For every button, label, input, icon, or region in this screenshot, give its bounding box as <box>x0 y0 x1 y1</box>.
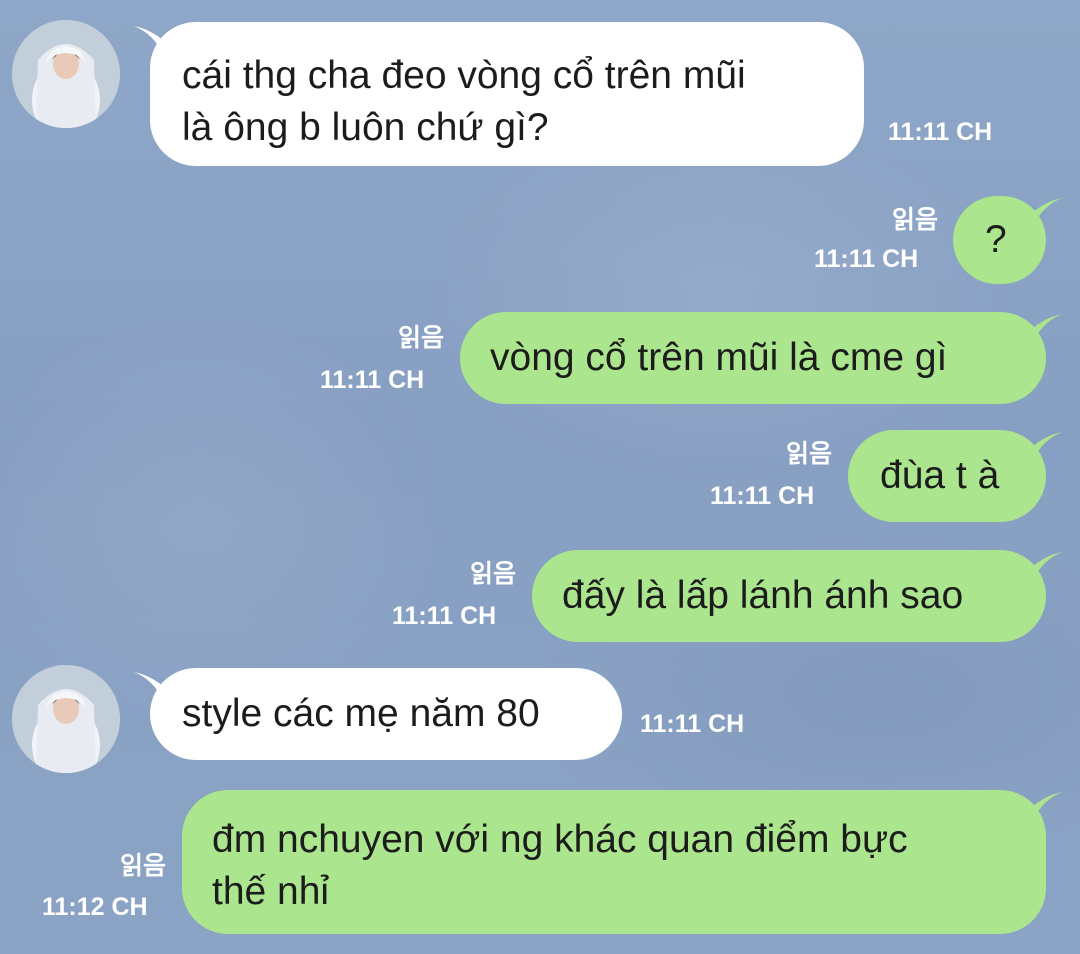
read-receipt: 읽음 <box>785 440 832 468</box>
bubble-tail <box>1024 314 1062 344</box>
message-text: style các mẹ năm 80 <box>182 692 540 735</box>
bubble-tail <box>1024 792 1062 822</box>
contact-avatar[interactable] <box>12 665 120 773</box>
message-time: 11:11 CH <box>320 366 425 394</box>
bubble-tail <box>134 672 172 702</box>
message-bubble-incoming[interactable]: style các mẹ năm 80 <box>150 668 622 760</box>
message-text: đấy là lấp lánh ánh sao <box>562 574 964 617</box>
read-receipt: 읽음 <box>397 324 444 352</box>
message-bubble-outgoing[interactable]: đấy là lấp lánh ánh sao <box>532 550 1046 642</box>
message-bubble-outgoing[interactable]: đm nchuyen với ng khác quan điểm bực thế… <box>182 790 1046 934</box>
avatar-image <box>12 20 120 128</box>
message-text: vòng cổ trên mũi là cme gì <box>490 336 948 379</box>
message-bubble-outgoing[interactable]: vòng cổ trên mũi là cme gì <box>460 312 1046 404</box>
message-time: 11:12 CH <box>42 893 148 921</box>
read-receipt: 읽음 <box>891 206 938 234</box>
message-bubble-outgoing[interactable]: đùa t à <box>848 430 1046 522</box>
message-text: đùa t à <box>880 454 1000 497</box>
bubble-tail <box>1024 552 1062 582</box>
bubble-tail <box>1024 432 1062 462</box>
read-receipt: 읽음 <box>469 560 516 588</box>
message-time: 11:11 CH <box>888 118 993 146</box>
message-bubble-incoming[interactable]: cái thg cha đeo vòng cổ trên mũi là ông … <box>150 22 864 166</box>
message-time: 11:11 CH <box>814 245 919 273</box>
bubble-tail <box>1024 198 1062 228</box>
bubble-tail <box>134 26 172 56</box>
message-time: 11:11 CH <box>710 482 815 510</box>
message-text: thế nhỉ <box>212 870 330 913</box>
message-text: là ông b luôn chứ gì? <box>182 106 549 149</box>
contact-avatar[interactable] <box>12 20 120 128</box>
message-text: cái thg cha đeo vòng cổ trên mũi <box>182 54 746 97</box>
message-time: 11:11 CH <box>640 710 745 738</box>
message-text: đm nchuyen với ng khác quan điểm bực <box>212 818 908 861</box>
message-time: 11:11 CH <box>392 602 497 630</box>
read-receipt: 읽음 <box>119 852 166 880</box>
avatar-image <box>12 665 120 773</box>
